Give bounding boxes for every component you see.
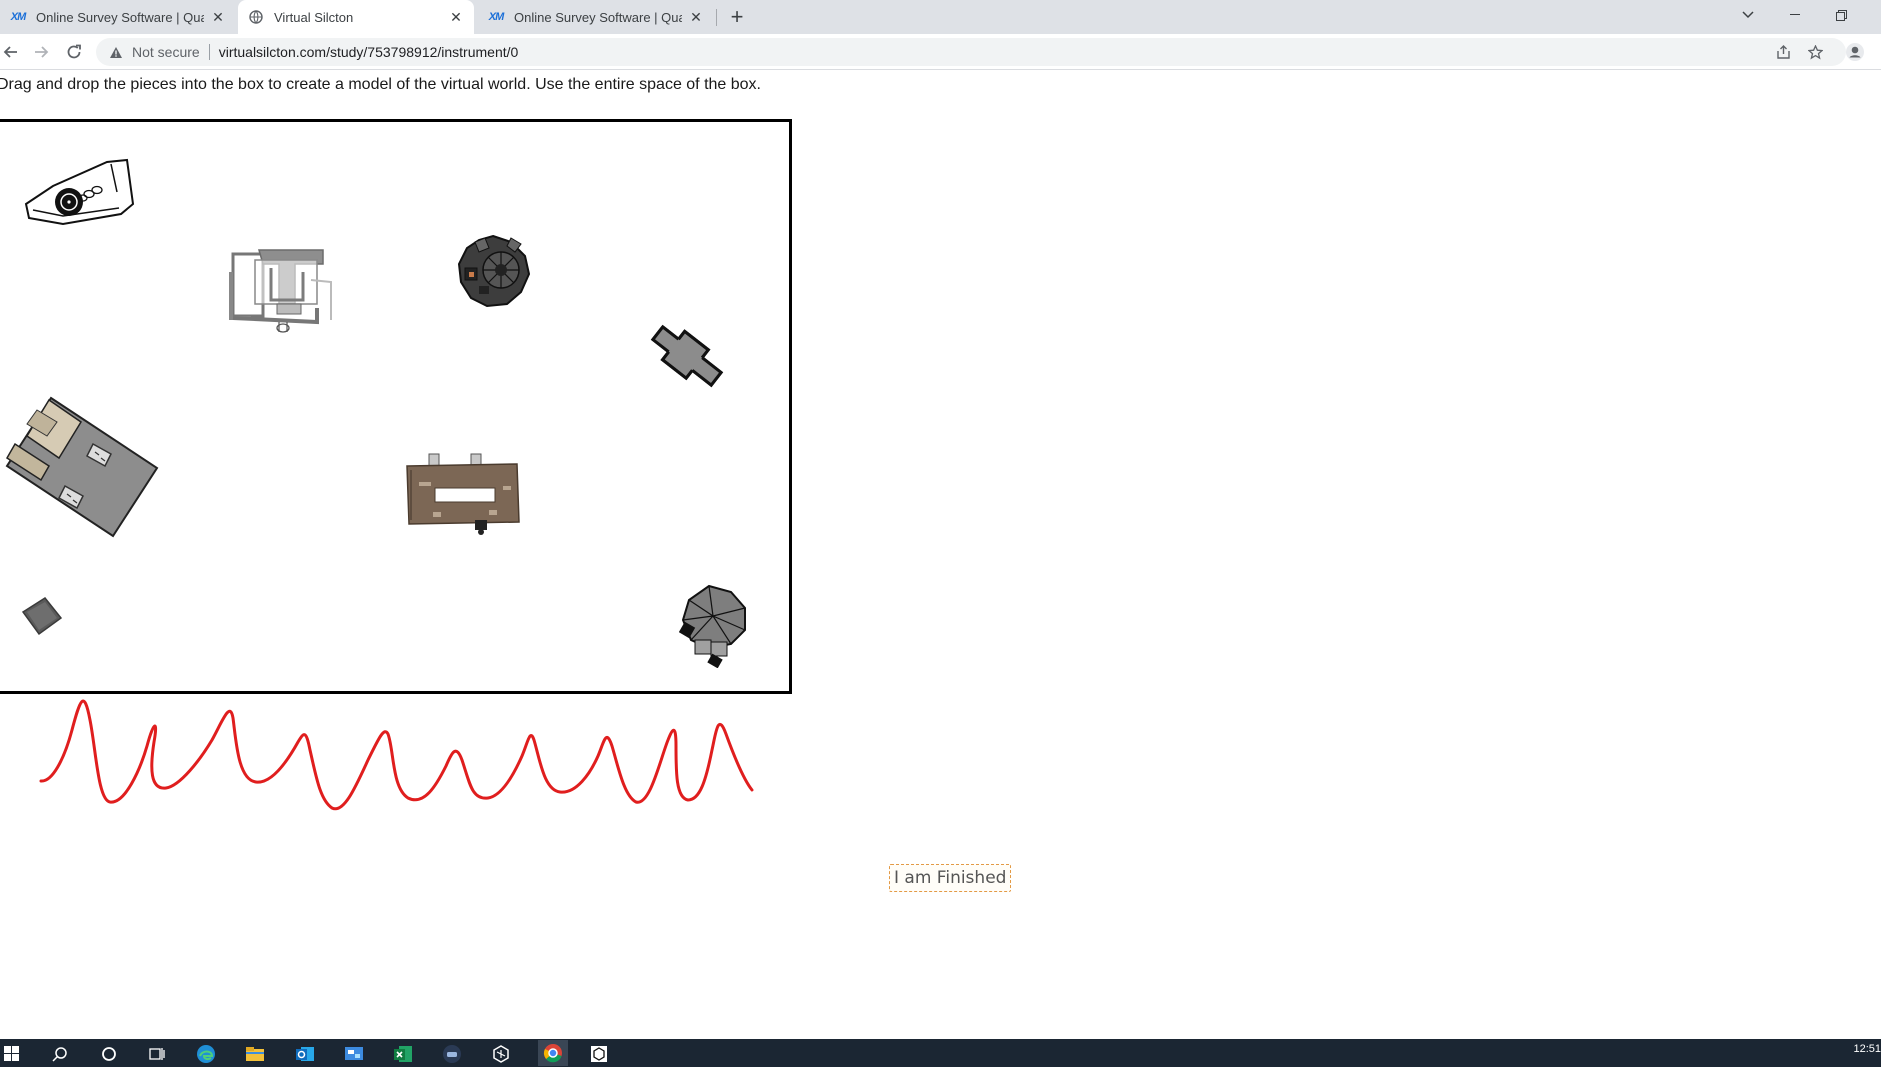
chrome-icon[interactable] — [538, 1040, 568, 1066]
edge-browser-icon[interactable] — [194, 1042, 218, 1066]
model-drop-box[interactable] — [0, 119, 792, 694]
new-tab-plus-icon[interactable]: + — [725, 4, 749, 29]
minimize-icon[interactable] — [1772, 0, 1818, 30]
piece-octagon-house[interactable] — [679, 584, 749, 668]
unity-icon-2[interactable] — [587, 1042, 611, 1066]
browser-toolbar: Not secure virtualsilcton.com/study/7537… — [0, 34, 1881, 70]
reload-icon[interactable] — [62, 40, 86, 64]
tab-separator — [716, 9, 717, 26]
qualtrics-xm-icon: XM — [10, 11, 27, 23]
profile-avatar-icon[interactable] — [1842, 39, 1868, 65]
outlook-icon[interactable] — [293, 1042, 317, 1066]
tab-qualtrics-1[interactable]: XM Online Survey Software | Qualtrics ✕ — [0, 0, 236, 34]
security-status-label[interactable]: Not secure — [132, 44, 200, 60]
bookmark-star-icon[interactable] — [1802, 39, 1828, 65]
piece-round-gazebo[interactable] — [455, 234, 531, 310]
tab-search-chevron-icon[interactable] — [1725, 0, 1771, 30]
excel-icon[interactable] — [391, 1042, 415, 1066]
piece-cross-building[interactable] — [646, 318, 728, 394]
qualtrics-xm-icon: XM — [488, 11, 505, 23]
share-icon[interactable] — [1770, 39, 1796, 65]
close-icon[interactable]: ✕ — [448, 9, 464, 25]
address-bar[interactable]: Not secure virtualsilcton.com/study/7537… — [96, 38, 1846, 66]
search-icon[interactable] — [48, 1042, 72, 1066]
task-view-icon[interactable] — [145, 1042, 169, 1066]
globe-icon — [248, 9, 264, 25]
url-text[interactable]: virtualsilcton.com/study/753798912/instr… — [219, 44, 519, 60]
windows-start-icon[interactable] — [0, 1042, 24, 1066]
i-am-finished-button[interactable]: I am Finished — [889, 864, 1012, 892]
piece-t-building[interactable] — [227, 242, 337, 346]
restore-icon[interactable] — [1818, 0, 1864, 30]
piece-large-lot[interactable] — [3, 396, 159, 538]
piece-small-shed[interactable] — [19, 594, 63, 638]
tab-title: Online Survey Software | Qualtrics — [514, 9, 682, 25]
vr-app-icon[interactable] — [440, 1042, 464, 1066]
browser-tab-strip: XM Online Survey Software | Qualtrics ✕ … — [0, 0, 1881, 34]
file-explorer-icon[interactable] — [243, 1042, 267, 1066]
tab-qualtrics-2[interactable]: XM Online Survey Software | Qualtrics ✕ — [478, 0, 714, 34]
tab-title: Online Survey Software | Qualtrics — [36, 9, 204, 25]
cortana-icon[interactable] — [97, 1042, 121, 1066]
piece-brown-hall[interactable] — [405, 452, 521, 536]
piece-stadium[interactable] — [23, 152, 135, 230]
back-arrow-icon[interactable] — [0, 40, 22, 64]
not-secure-warning-icon[interactable] — [108, 44, 124, 60]
close-icon[interactable]: ✕ — [210, 9, 226, 25]
red-zigzag-annotation — [39, 699, 754, 811]
instruction-text: Drag and drop the pieces into the box to… — [0, 76, 761, 93]
taskbar-clock[interactable]: 12:51 — [1853, 1043, 1881, 1055]
control-panel-icon[interactable] — [342, 1042, 366, 1066]
windows-taskbar: 12:51 — [0, 1039, 1881, 1067]
tab-virtual-silcton[interactable]: Virtual Silcton ✕ — [238, 0, 474, 34]
forward-arrow-icon[interactable] — [30, 40, 54, 64]
close-icon[interactable]: ✕ — [688, 9, 704, 25]
unity-icon[interactable] — [489, 1042, 513, 1066]
omnibox-divider — [208, 44, 210, 60]
tab-title: Virtual Silcton — [274, 9, 354, 25]
